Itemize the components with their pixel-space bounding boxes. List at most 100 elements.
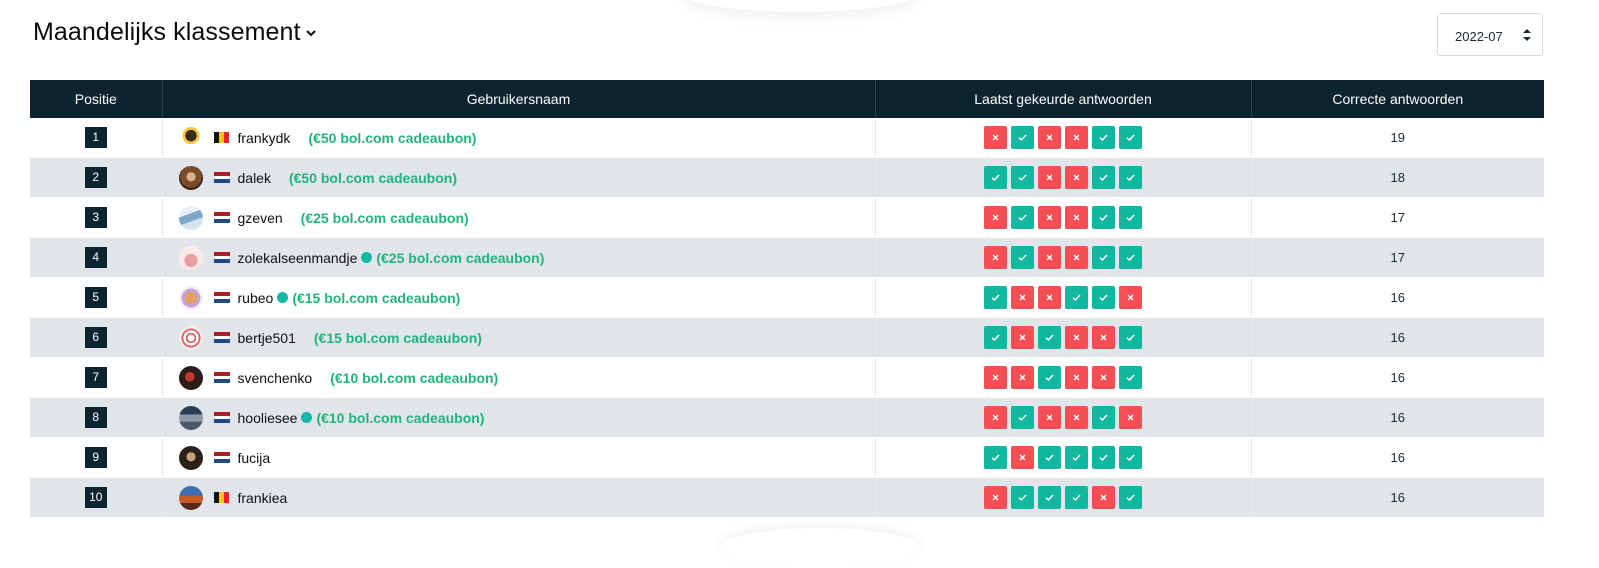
correct-count: 16 [1251,317,1544,358]
answer-correct-badge [1092,246,1115,269]
cross-icon [1019,294,1026,301]
answer-correct-badge [1119,446,1142,469]
answer-correct-badge [984,326,1007,349]
position-cell: 7 [30,357,163,398]
user-info: frankydk (€50 bol.com cadeaubon) [163,118,875,157]
position-badge: 8 [84,407,107,428]
check-icon [1126,374,1135,381]
leaderboard-type-dropdown[interactable]: Maandelijks klassement [33,18,317,47]
column-header-username: Gebruikersnaam [162,80,876,118]
table-row: 3 gzeven (€25 bol.com cadeaubon) 17 [30,197,1544,238]
flag-netherlands-icon [213,332,230,344]
avatar[interactable] [178,205,203,230]
username-link[interactable]: fucija [238,450,271,466]
prize-label: (€50 bol.com cadeaubon) [288,169,458,186]
avatar[interactable] [178,245,203,270]
check-icon [1045,454,1054,461]
answer-correct-badge [1092,286,1115,309]
answer-wrong-badge [984,126,1007,149]
correct-count: 17 [1251,197,1544,238]
answer-correct-badge [1119,366,1142,389]
check-icon [1126,134,1135,141]
cross-icon [1046,254,1053,261]
answer-wrong-badge [1119,286,1142,309]
position-badge: 7 [84,367,107,388]
avatar[interactable] [178,365,203,390]
position-cell: 9 [30,437,163,478]
prize-label: (€15 bol.com cadeaubon) [313,329,482,346]
check-icon [1018,254,1027,261]
check-icon [1099,454,1108,461]
table-row: 4 zolekalseenmandje (€25 bol.com cadeaub… [30,237,1544,278]
username-link[interactable]: bertje501 [238,330,296,346]
cross-icon [1046,414,1053,421]
last-answers-cell [875,237,1252,278]
answer-correct-badge [1038,366,1061,389]
check-icon [1099,174,1108,181]
position-cell: 4 [30,237,163,278]
position-cell: 1 [30,118,163,158]
username-cell: fucija [162,437,876,478]
user-info: zolekalseenmandje (€25 bol.com cadeaubon… [163,238,875,277]
check-icon [991,294,1000,301]
position-badge: 3 [84,207,107,228]
table-row: 1 frankydk (€50 bol.com cadeaubon) 19 [30,118,1544,158]
user-info: dalek (€50 bol.com cadeaubon) [163,158,875,197]
table-header-row: Positie Gebruikersnaam Laatst gekeurde a… [30,80,1544,118]
username-link[interactable]: svenchenko [238,370,313,386]
correct-count: 16 [1251,357,1544,398]
cross-icon [1073,414,1080,421]
cross-icon [1100,494,1107,501]
cross-icon [992,494,999,501]
answer-wrong-badge [984,366,1007,389]
position-badge: 4 [84,247,107,268]
cross-icon [1073,254,1080,261]
check-icon [1099,254,1108,261]
username-link[interactable]: zolekalseenmandje [238,250,358,266]
flag-belgium-icon [213,132,230,143]
answer-correct-badge [1038,486,1061,509]
cross-icon [1019,374,1026,381]
username-link[interactable]: frankiea [238,490,288,506]
answer-correct-badge [1119,166,1142,189]
avatar[interactable] [178,125,203,150]
position-cell: 10 [30,477,163,518]
answer-correct-badge [1065,286,1088,309]
check-icon [991,454,1000,461]
avatar[interactable] [178,285,203,310]
avatar[interactable] [178,485,203,510]
flag-netherlands-icon [213,412,230,424]
cross-icon [992,374,999,381]
username-cell: rubeo (€15 bol.com cadeaubon) [162,277,876,318]
check-icon [1126,454,1135,461]
username-link[interactable]: hooliesee [238,410,298,426]
flag-netherlands-icon [213,252,230,264]
username-link[interactable]: frankydk [238,130,291,146]
leaderboard-table: Positie Gebruikersnaam Laatst gekeurde a… [30,80,1544,518]
check-icon [1018,414,1027,421]
avatar[interactable] [178,325,203,350]
correct-count: 16 [1251,277,1544,318]
username-cell: zolekalseenmandje (€25 bol.com cadeaubon… [162,237,876,278]
last-answers-cell [875,197,1252,238]
avatar[interactable] [178,445,203,470]
check-icon [991,174,1000,181]
username-link[interactable]: dalek [238,170,271,186]
answer-wrong-badge [1065,126,1088,149]
username-link[interactable]: gzeven [238,210,283,226]
cross-icon [992,414,999,421]
cross-icon [1073,214,1080,221]
correct-count: 19 [1251,118,1544,158]
answer-correct-badge [1038,446,1061,469]
answer-wrong-badge [1092,326,1115,349]
cross-icon [1127,294,1134,301]
avatar[interactable] [178,165,203,190]
online-status-icon [301,412,313,423]
last-answers-cell [875,357,1252,398]
avatar[interactable] [178,405,203,430]
correct-count: 16 [1251,477,1544,518]
month-select[interactable]: 2022-07 [1437,13,1543,56]
flag-netherlands-icon [213,212,230,224]
username-link[interactable]: rubeo [238,290,274,306]
answer-wrong-badge [1011,446,1034,469]
